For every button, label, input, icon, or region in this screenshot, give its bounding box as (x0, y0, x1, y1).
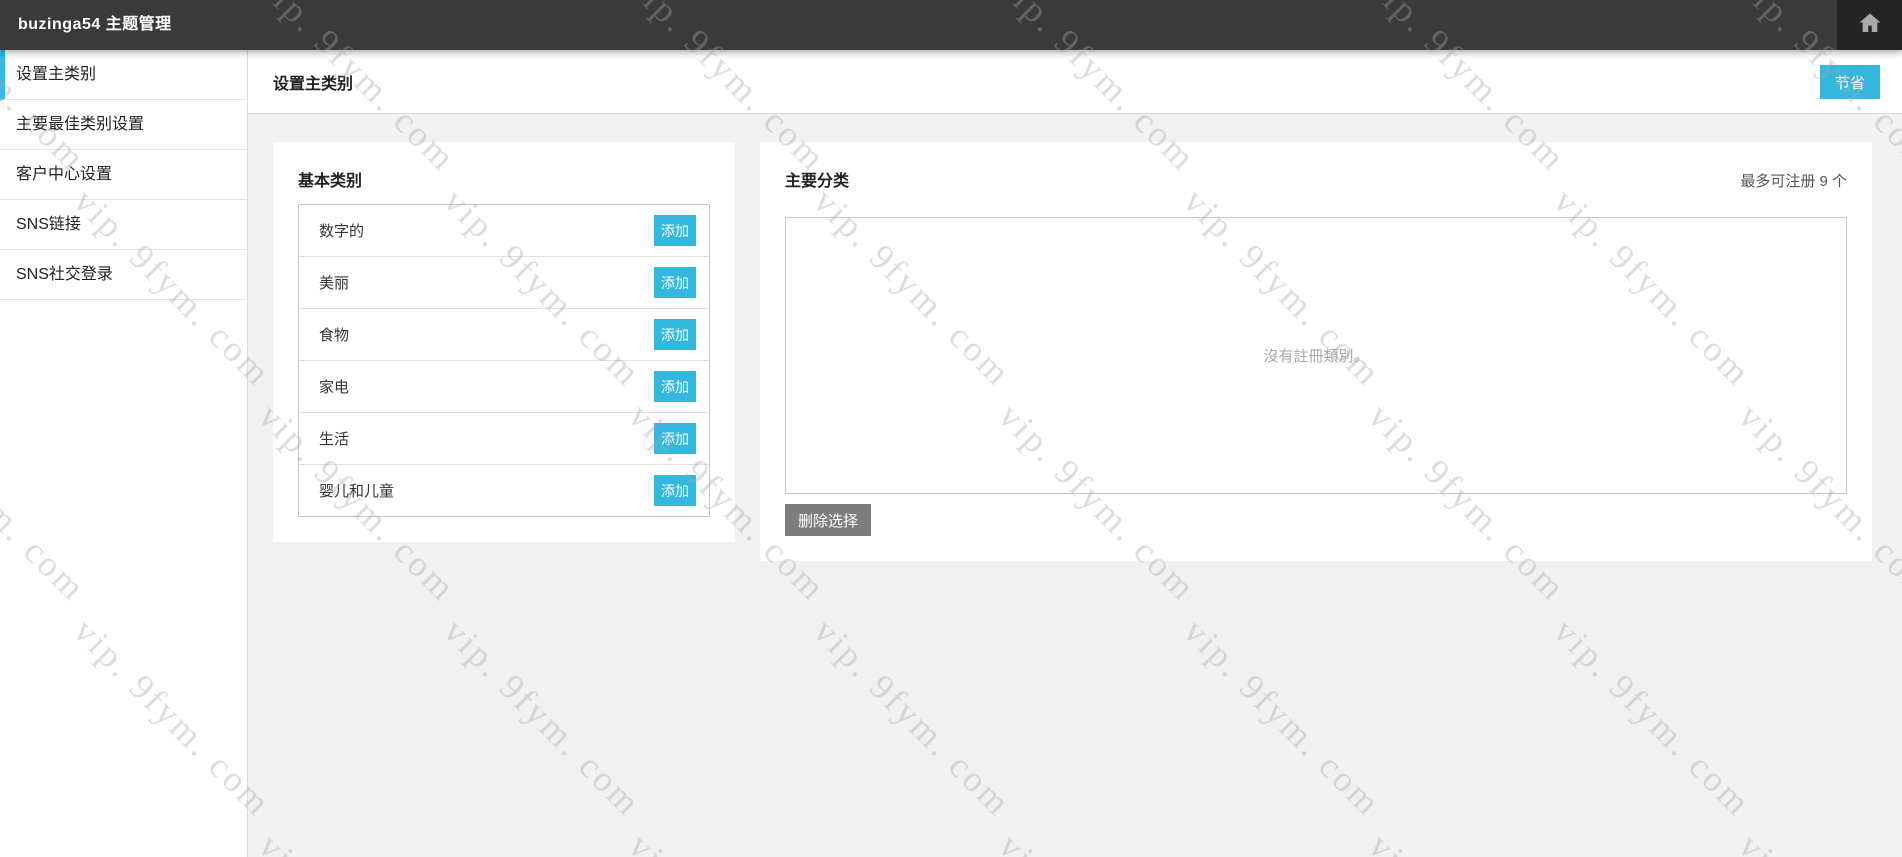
category-row: 数字的添加 (299, 205, 709, 257)
category-label: 美丽 (319, 272, 654, 293)
registration-limit-note: 最多可注册 9 个 (1740, 170, 1847, 191)
base-category-card: 基本类别 数字的添加美丽添加食物添加家电添加生活添加婴儿和儿童添加 (273, 142, 735, 542)
add-button[interactable]: 添加 (654, 215, 696, 246)
home-button[interactable] (1837, 0, 1902, 50)
sidebar-item-0[interactable]: 设置主类别 (0, 50, 247, 100)
base-category-list: 数字的添加美丽添加食物添加家电添加生活添加婴儿和儿童添加 (298, 204, 710, 517)
category-row: 婴儿和儿童添加 (299, 465, 709, 516)
category-row: 生活添加 (299, 413, 709, 465)
category-row: 食物添加 (299, 309, 709, 361)
category-label: 食物 (319, 324, 654, 345)
category-row: 美丽添加 (299, 257, 709, 309)
page-title-bar: 设置主类别 节省 (248, 50, 1902, 114)
app-title: buzinga54 主题管理 (0, 0, 1902, 50)
page-title: 设置主类别 (273, 70, 353, 94)
sidebar-item-3[interactable]: SNS链接 (0, 200, 247, 250)
category-label: 家电 (319, 376, 654, 397)
category-label: 生活 (319, 428, 654, 449)
sidebar-item-1[interactable]: 主要最佳类别设置 (0, 100, 247, 150)
add-button[interactable]: 添加 (654, 371, 696, 402)
add-button[interactable]: 添加 (654, 319, 696, 350)
sidebar-item-2[interactable]: 客户中心设置 (0, 150, 247, 200)
sidebar: 设置主类别主要最佳类别设置客户中心设置SNS链接SNS社交登录 (0, 50, 248, 857)
content-area: 基本类别 数字的添加美丽添加食物添加家电添加生活添加婴儿和儿童添加 主要分类 最… (248, 114, 1902, 561)
sidebar-item-4[interactable]: SNS社交登录 (0, 250, 247, 300)
category-label: 数字的 (319, 220, 654, 241)
add-button[interactable]: 添加 (654, 475, 696, 506)
category-label: 婴儿和儿童 (319, 480, 654, 501)
main-area: 设置主类别 节省 基本类别 数字的添加美丽添加食物添加家电添加生活添加婴儿和儿童… (248, 50, 1902, 857)
add-button[interactable]: 添加 (654, 267, 696, 298)
home-icon (1858, 11, 1882, 40)
delete-selected-button[interactable]: 删除选择 (785, 504, 871, 536)
app-header: buzinga54 主题管理 (0, 0, 1902, 50)
add-button[interactable]: 添加 (654, 423, 696, 454)
save-button[interactable]: 节省 (1820, 65, 1880, 99)
base-category-title: 基本类别 (298, 167, 710, 191)
empty-message: 沒有註冊類別。 (1263, 345, 1368, 366)
registered-category-box: 沒有註冊類別。 (785, 217, 1847, 494)
main-category-title: 主要分类 (785, 167, 849, 191)
category-row: 家电添加 (299, 361, 709, 413)
main-category-card: 主要分类 最多可注册 9 个 沒有註冊類別。 删除选择 (760, 142, 1872, 561)
main-category-header: 主要分类 最多可注册 9 个 (785, 167, 1847, 204)
